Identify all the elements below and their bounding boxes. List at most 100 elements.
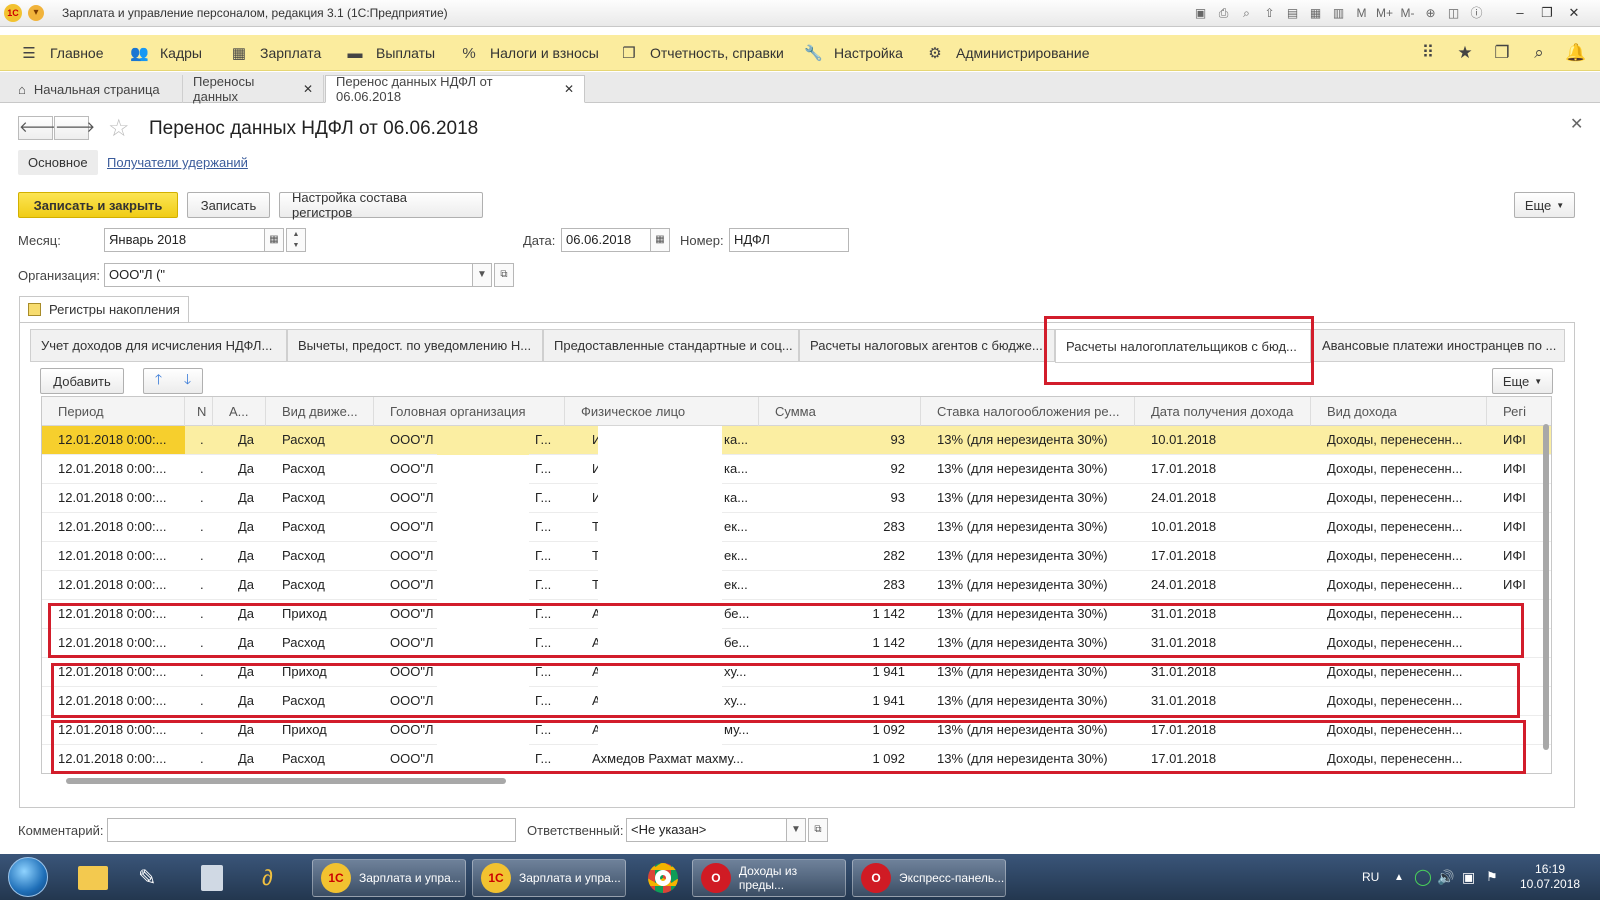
move-down-icon[interactable]: 🡓 — [184, 369, 191, 393]
chevron-down-icon[interactable]: ▾ — [28, 5, 44, 21]
minimize-icon[interactable]: – — [1509, 3, 1531, 23]
calendar-icon[interactable]: ▦ — [264, 228, 284, 252]
volume-icon[interactable]: 🔊 — [1437, 854, 1454, 900]
menu-admin[interactable]: ⚙ Администрирование — [926, 35, 1089, 71]
calculator-icon[interactable]: ▦ — [1305, 3, 1326, 23]
subnav-recipients-link[interactable]: Получатели удержаний — [107, 155, 248, 170]
register-setup-button[interactable]: Настройка состава регистров — [279, 190, 483, 220]
network-status-icon[interactable]: ◯ — [1414, 854, 1432, 900]
restore-icon[interactable]: ❐ — [1536, 3, 1558, 23]
responsible-field[interactable]: <Не указан> — [626, 818, 787, 842]
close-icon[interactable]: ✕ — [303, 82, 313, 96]
tray-expand-icon[interactable]: ▲ — [1394, 854, 1404, 900]
info-icon[interactable]: ⓘ — [1466, 3, 1487, 23]
preview-icon[interactable]: ⌕ — [1236, 3, 1257, 23]
taskbar-app-opera-1[interactable]: O Доходы из преды... — [692, 859, 846, 897]
close-icon[interactable]: ✕ — [1570, 114, 1583, 134]
tab-register-deductions[interactable]: Вычеты, предост. по уведомлению Н... — [287, 329, 543, 362]
table-row[interactable]: 12.01.2018 0:00:.... Да Расход ООО"Л Г... Ика… — [42, 455, 1551, 484]
dropdown-arrow-icon[interactable]: ▼ — [786, 818, 806, 842]
add-button[interactable]: Добавить — [40, 368, 124, 394]
open-icon[interactable]: ⧉ — [494, 263, 514, 287]
menu-main[interactable]: ☰ Главное — [20, 35, 103, 71]
panels-icon[interactable]: ◫ — [1443, 3, 1464, 23]
menu-settings[interactable]: 🔧 Настройка — [804, 35, 903, 71]
organization-field[interactable]: ООО"Л (" — [104, 263, 474, 287]
network-icon[interactable]: ▣ — [1462, 854, 1475, 900]
horizontal-scrollbar[interactable] — [66, 778, 506, 784]
memory-m-icon[interactable]: M — [1351, 3, 1372, 23]
column-person[interactable]: Физическое лицо — [565, 397, 759, 426]
tab-ndfl-document[interactable]: Перенос данных НДФЛ от 06.06.2018 ✕ — [325, 74, 585, 104]
1c-logo-icon[interactable]: 1С — [4, 4, 22, 22]
month-field[interactable]: Январь 2018 — [104, 228, 266, 252]
memory-plus-icon[interactable]: M+ — [1374, 3, 1395, 23]
column-head-org[interactable]: Головная организация — [374, 397, 565, 426]
vertical-scrollbar[interactable] — [1543, 424, 1549, 750]
column-movement[interactable]: Вид движе... — [266, 397, 374, 426]
upload-icon[interactable]: ⇧ — [1259, 3, 1280, 23]
column-period[interactable]: Период — [42, 397, 185, 426]
taskbar-app-1c-2[interactable]: 1С Зарплата и упра... — [472, 859, 626, 897]
month-stepper[interactable]: ▲ ▼ — [286, 228, 306, 252]
taskbar-app-1c-1[interactable]: 1С Зарплата и упра... — [312, 859, 466, 897]
calendar-icon[interactable]: ▥ — [1328, 3, 1349, 23]
scan-icon[interactable]: ▤ — [1282, 3, 1303, 23]
grid-more-button[interactable]: Еще ▼ — [1492, 368, 1553, 394]
zoom-icon[interactable]: ⊕ — [1420, 3, 1441, 23]
save-icon[interactable]: ▣ — [1190, 3, 1211, 23]
column-income-date[interactable]: Дата получения дохода — [1135, 397, 1311, 426]
subnav-main[interactable]: Основное — [18, 150, 98, 175]
back-arrow-icon[interactable]: 🡐 — [18, 116, 59, 140]
date-field[interactable]: 06.06.2018 — [561, 228, 651, 252]
save-close-button[interactable]: Записать и закрыть — [18, 192, 178, 218]
tab-register-income[interactable]: Учет доходов для исчисления НДФЛ... — [30, 329, 287, 362]
column-amount[interactable]: Сумма — [759, 397, 921, 426]
tab-register-agents[interactable]: Расчеты налоговых агентов с бюдже... — [799, 329, 1055, 362]
menu-reports[interactable]: ❒ Отчетность, справки — [620, 35, 784, 71]
favorites-star-icon[interactable]: ★ — [1452, 35, 1478, 71]
forward-arrow-icon[interactable]: 🡒 — [54, 116, 95, 140]
calendar-icon[interactable]: ▦ — [650, 228, 670, 252]
table-row[interactable]: 12.01.2018 0:00:.... Да Расход ООО"Л Г... Ика… — [42, 484, 1551, 513]
save-button[interactable]: Записать — [187, 192, 270, 218]
column-active[interactable]: А... — [213, 397, 266, 426]
group-accumulation-registers[interactable]: Регистры накопления — [19, 296, 189, 323]
dropdown-arrow-icon[interactable]: ▼ — [472, 263, 492, 287]
star-icon[interactable]: ☆ — [108, 114, 130, 143]
table-row[interactable]: 12.01.2018 0:00:.... Да Расход ООО"Л Г... Тек… — [42, 571, 1551, 600]
more-button[interactable]: Еще ▼ — [1514, 192, 1575, 218]
print-icon[interactable]: ⎙ — [1213, 3, 1234, 23]
clock[interactable]: 16:19 10.07.2018 — [1520, 854, 1580, 900]
tab-home[interactable]: ⌂ Начальная страница — [8, 75, 183, 103]
column-income-type[interactable]: Вид дохода — [1311, 397, 1487, 426]
table-row[interactable]: 12.01.2018 0:00:.... Да Расход ООО"Л Г... Тек… — [42, 513, 1551, 542]
tab-register-standard[interactable]: Предоставленные стандартные и соц... — [543, 329, 799, 362]
menu-staff[interactable]: 👥 Кадры — [130, 35, 202, 71]
tab-transfers[interactable]: Переносы данных ✕ — [183, 74, 324, 104]
tab-register-advances[interactable]: Авансовые платежи иностранцев по ... — [1311, 329, 1565, 362]
move-up-icon[interactable]: 🡑 — [155, 369, 162, 393]
number-field[interactable]: НДФЛ — [729, 228, 849, 252]
column-n[interactable]: N — [185, 397, 213, 426]
close-icon[interactable]: ✕ — [564, 82, 574, 96]
open-icon[interactable]: ⧉ — [808, 818, 828, 842]
history-icon[interactable]: ❐ — [1489, 35, 1515, 71]
menu-taxes[interactable]: % Налоги и взносы — [460, 35, 599, 71]
bell-icon[interactable]: 🔔 — [1563, 35, 1589, 71]
search-icon[interactable]: ⌕ — [1526, 35, 1552, 71]
apps-grid-icon[interactable]: ⠿ — [1415, 35, 1441, 71]
menu-payments[interactable]: ▬ Выплаты — [346, 35, 436, 71]
table-row[interactable]: 12.01.2018 0:00:.... Да Расход ООО"Л Г... Тек… — [42, 542, 1551, 571]
language-indicator[interactable]: RU — [1362, 854, 1379, 900]
comment-field[interactable] — [107, 818, 516, 842]
memory-minus-icon[interactable]: M- — [1397, 3, 1418, 23]
chrome-icon[interactable] — [640, 859, 684, 897]
menu-salary[interactable]: ▦ Зарплата — [230, 35, 321, 71]
app-swirl-icon[interactable]: ∂ — [254, 859, 298, 897]
table-row[interactable]: 12.01.2018 0:00:.... Да Расход ООО"Л Г... Ика… — [42, 426, 1551, 455]
explorer-icon[interactable] — [70, 859, 114, 897]
close-window-icon[interactable]: ✕ — [1563, 3, 1585, 23]
calculator-icon[interactable] — [193, 859, 237, 897]
windows-start-icon[interactable] — [8, 857, 48, 897]
